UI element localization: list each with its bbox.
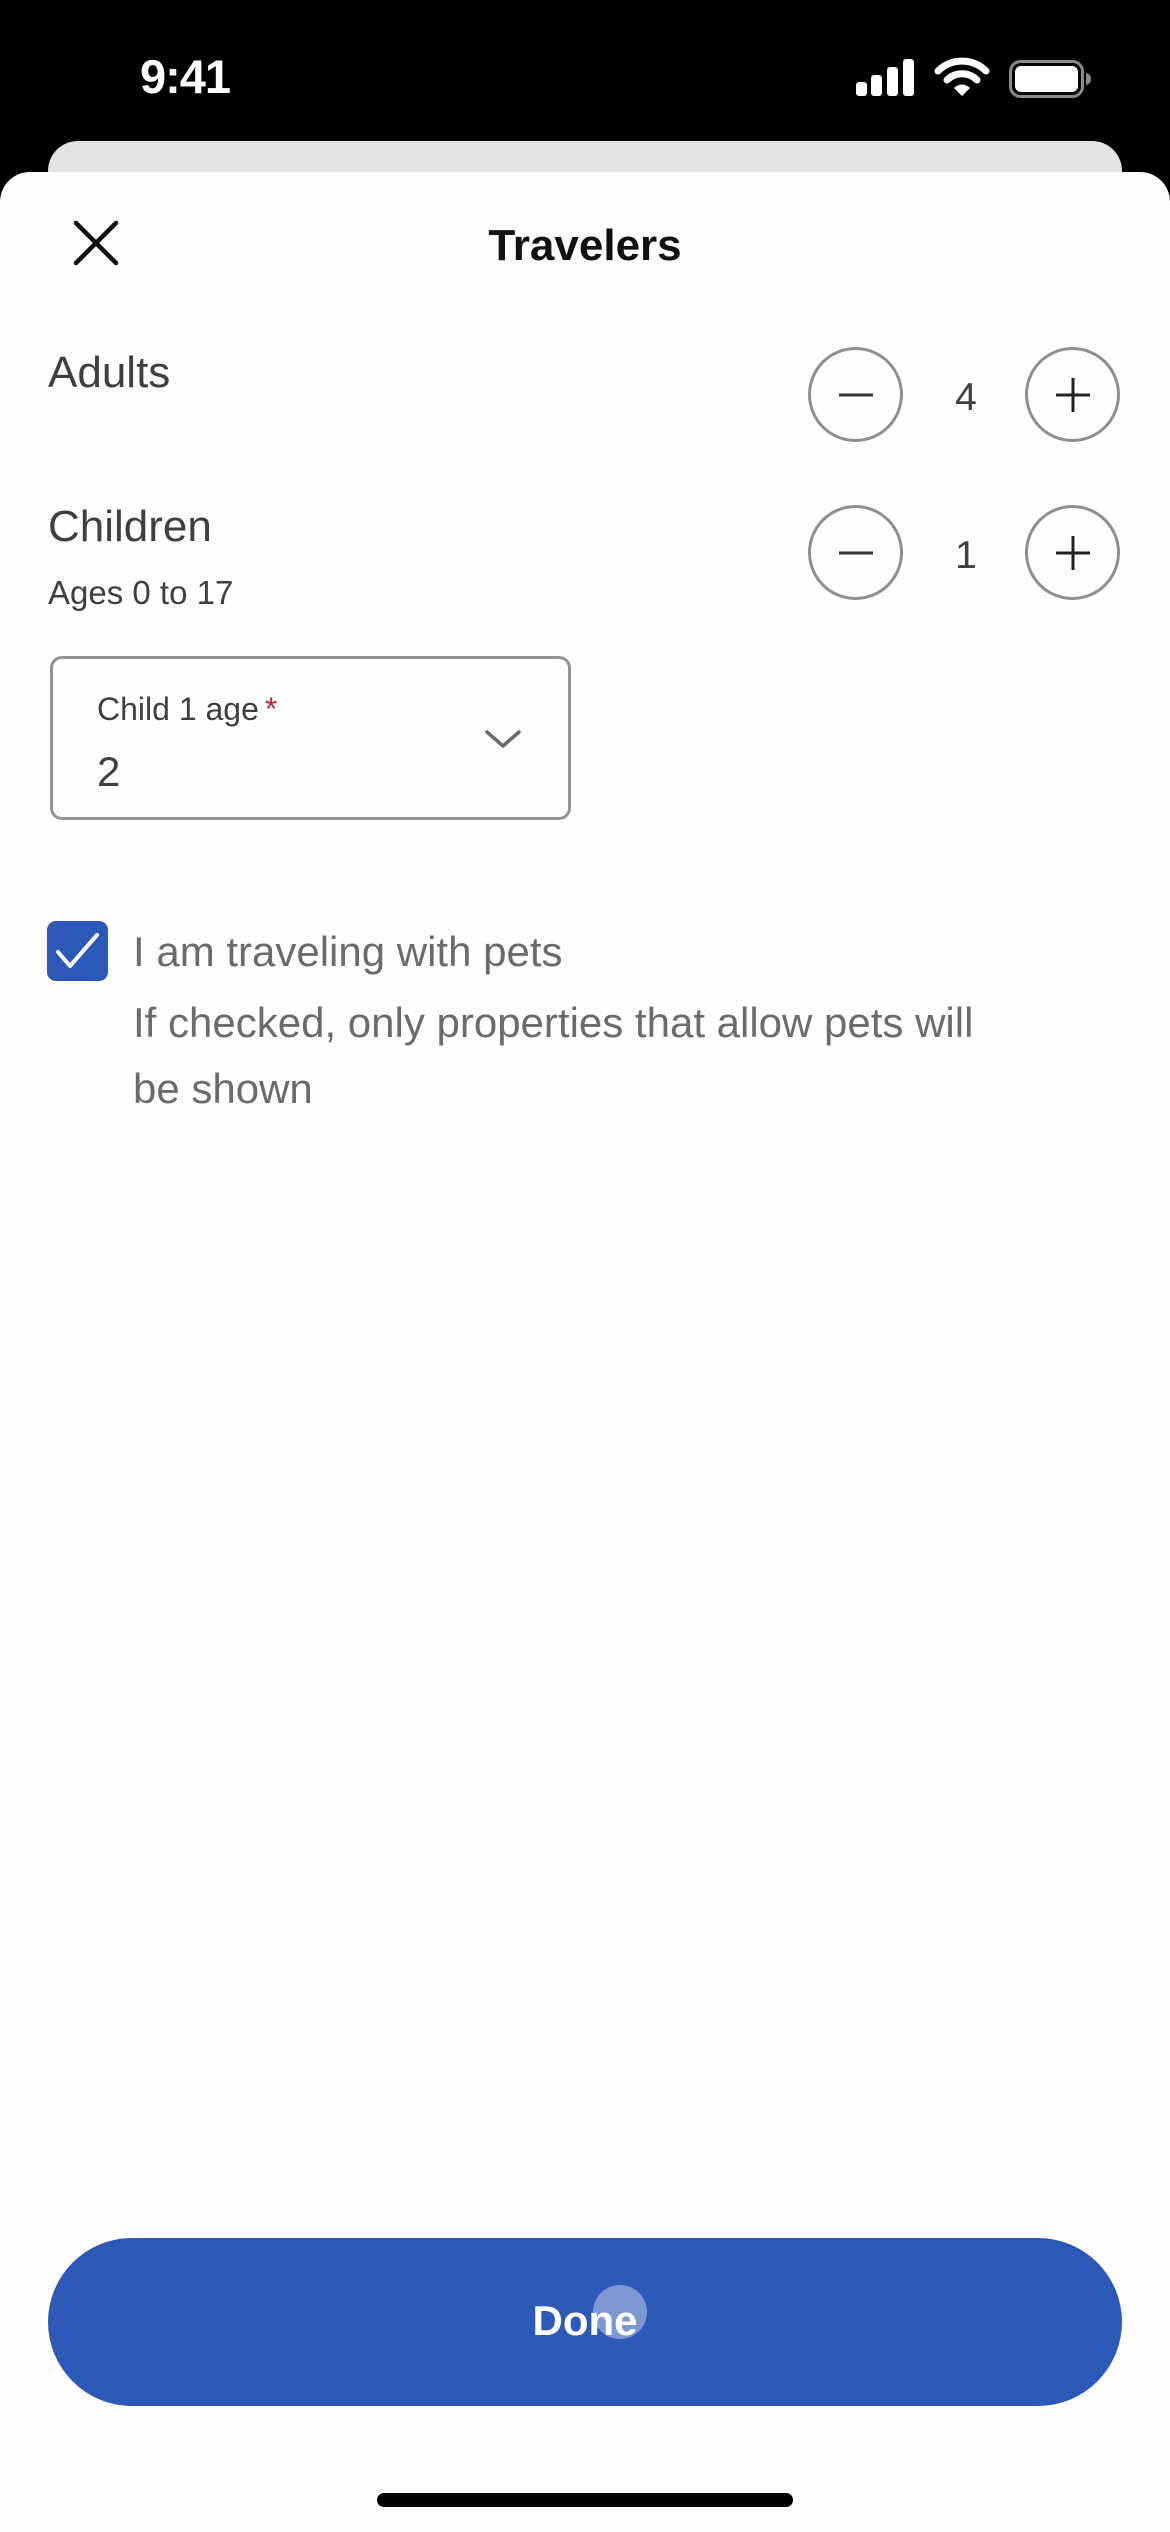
minus-icon <box>838 393 873 396</box>
adults-increment-button[interactable] <box>1025 347 1120 442</box>
touch-indicator <box>593 2285 647 2339</box>
home-indicator <box>377 2493 793 2507</box>
page-title: Travelers <box>488 221 682 270</box>
plus-icon <box>1055 377 1090 412</box>
children-count: 1 <box>955 534 977 577</box>
plus-icon <box>1055 535 1090 570</box>
children-age-range: Ages 0 to 17 <box>48 574 234 611</box>
child-1-age-label-text: Child 1 age <box>97 691 259 727</box>
done-button-label: Done <box>532 2297 638 2344</box>
battery-icon <box>1009 60 1093 98</box>
pets-help-line-1: If checked, only properties that allow p… <box>133 999 974 1046</box>
pets-help-text: If checked, only properties that allow p… <box>133 990 1123 1122</box>
adults-decrement-button[interactable] <box>808 347 903 442</box>
child-1-age-label: Child 1 age * <box>97 689 277 729</box>
adults-label: Adults <box>48 348 171 397</box>
done-button[interactable]: Done <box>48 2238 1122 2406</box>
adults-count: 4 <box>955 376 977 419</box>
chevron-down-icon <box>485 730 521 748</box>
required-marker: * <box>264 691 278 727</box>
children-decrement-button[interactable] <box>808 505 903 600</box>
cellular-signal-icon <box>856 59 914 96</box>
pets-checkbox[interactable] <box>47 921 108 981</box>
children-increment-button[interactable] <box>1025 505 1120 600</box>
status-time: 9:41 <box>140 50 231 103</box>
wifi-icon <box>934 57 990 97</box>
children-label: Children <box>48 502 212 551</box>
pets-help-line-2: be shown <box>133 1065 313 1112</box>
child-1-age-select[interactable]: Child 1 age * 2 <box>50 656 571 820</box>
child-1-age-value: 2 <box>97 748 121 795</box>
close-button[interactable] <box>66 213 126 273</box>
close-icon <box>73 220 119 266</box>
checkmark-icon <box>56 933 99 968</box>
minus-icon <box>838 551 873 554</box>
pets-checkbox-label[interactable]: I am traveling with pets <box>133 925 563 979</box>
